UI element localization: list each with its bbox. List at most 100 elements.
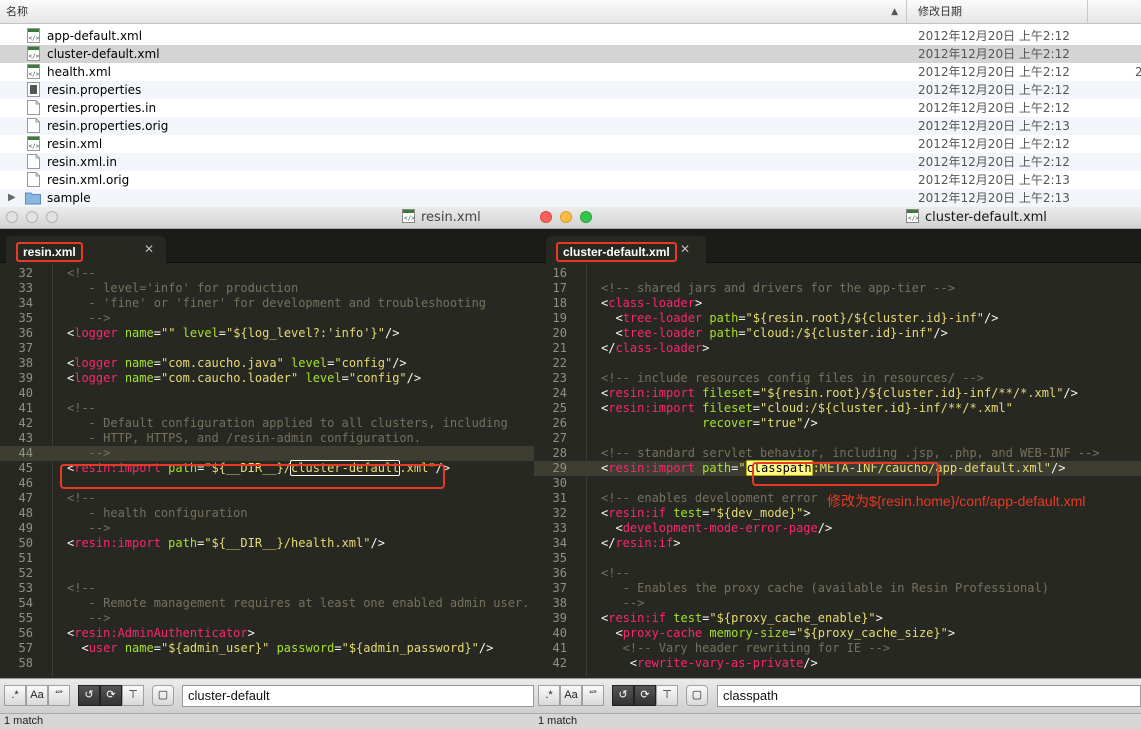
line-text: - Default configuration applied to all c… (67, 416, 508, 430)
zoom-window-icon[interactable] (580, 211, 592, 223)
line-text: <rewrite-vary-as-private/> (601, 656, 818, 670)
file-name: sample (47, 191, 91, 205)
file-row[interactable]: </> health.xml 2012年12月20日 上午2:12 2 (0, 63, 1141, 81)
line-number: 29 (552, 461, 567, 475)
file-name: resin.properties.in (47, 101, 157, 115)
code-line: 51 (0, 551, 534, 566)
file-date: 2012年12月20日 上午2:13 (918, 191, 1070, 205)
code-editor[interactable]: 32 <!-- 33 - level='info' for production 34… (0, 264, 534, 677)
line-number: 55 (18, 611, 33, 625)
highlight-matches-toggle-icon[interactable]: ▢ (152, 685, 174, 706)
code-line: 50 <resin:import path="${__DIR__}/health.… (0, 536, 534, 551)
annotation-highlight-frame (60, 464, 445, 489)
tab-label: resin.xml (16, 242, 83, 262)
find-input[interactable]: cluster-default (182, 685, 534, 707)
whole-word-toggle-button[interactable]: “” (48, 685, 70, 706)
minimize-window-icon[interactable] (560, 211, 572, 223)
line-number: 44 (18, 446, 33, 460)
line-text: --> (67, 521, 111, 535)
regex-toggle-button[interactable]: .* (538, 685, 560, 706)
wrap-toggle-icon[interactable]: ⟳ (100, 685, 122, 706)
line-number: 20 (552, 326, 567, 340)
regex-toggle-button[interactable]: .* (4, 685, 26, 706)
line-text: </resin:if> (601, 536, 681, 550)
code-line: 16 (534, 266, 1141, 281)
column-header-date[interactable]: 修改日期 (908, 0, 1088, 24)
file-row[interactable]: resin.properties.orig 2012年12月20日 上午2:13 (0, 117, 1141, 135)
code-line: 36 <logger name="" level="${log_level?:'i… (0, 326, 534, 341)
code-line: 53 <!-- (0, 581, 534, 596)
zoom-window-icon[interactable] (46, 211, 58, 223)
code-line: 37 (0, 341, 534, 356)
file-row[interactable]: </> cluster-default.xml 2012年12月20日 上午2:12 (0, 45, 1141, 63)
annotation-note: 修改为${resin.home}/conf/app-default.xml (824, 491, 1089, 511)
line-number: 33 (18, 281, 33, 295)
file-size: 2 (1135, 65, 1141, 79)
column-header-name[interactable]: 名称 ▲ (0, 0, 907, 24)
editor-window-cluster-default-xml: </> cluster-default.xml cluster-default.x… (534, 207, 1141, 729)
line-text: --> (67, 311, 111, 325)
line-text: - level='info' for production (67, 281, 299, 295)
code-line: 41 <!-- Vary header rewriting for IE --> (534, 641, 1141, 656)
close-window-icon[interactable] (540, 211, 552, 223)
code-editor[interactable]: 16 17 <!-- shared jars and drivers for the… (534, 264, 1141, 677)
file-row[interactable]: resin.properties.in 2012年12月20日 上午2:12 (0, 99, 1141, 117)
code-line: 38 <logger name="com.caucho.java" level="… (0, 356, 534, 371)
file-date: 2012年12月20日 上午2:12 (918, 29, 1070, 43)
reverse-search-toggle-icon[interactable]: ↺ (612, 685, 634, 706)
svg-text:</>: </> (29, 53, 40, 60)
tab-bar: resin.xml ✕ (0, 229, 534, 263)
line-text: - Remote management requires at least on… (67, 596, 530, 610)
file-row[interactable]: resin.xml.orig 2012年12月20日 上午2:13 (0, 171, 1141, 189)
svg-text:</>: </> (29, 71, 40, 78)
whole-word-toggle-button[interactable]: “” (582, 685, 604, 706)
code-line: 49 --> (0, 521, 534, 536)
in-selection-toggle-icon[interactable]: ⊤ (122, 685, 144, 706)
code-line: 41 <!-- (0, 401, 534, 416)
minimize-window-icon[interactable] (26, 211, 38, 223)
line-text: <!-- standard servlet behavior, includin… (601, 446, 1100, 460)
find-input[interactable]: classpath (717, 685, 1141, 707)
in-selection-toggle-icon[interactable]: ⊤ (656, 685, 678, 706)
disclosure-triangle-icon[interactable]: ▶ (8, 190, 16, 206)
line-number: 53 (18, 581, 33, 595)
file-row[interactable]: </> resin.xml 2012年12月20日 上午2:12 (0, 135, 1141, 153)
line-number: 27 (552, 431, 567, 445)
case-sensitive-toggle-button[interactable]: Aa (560, 685, 582, 706)
file-row[interactable]: resin.properties 2012年12月20日 上午2:12 (0, 81, 1141, 99)
line-text: <class-loader> (601, 296, 703, 310)
file-name: resin.xml (47, 137, 103, 151)
file-row[interactable]: </> app-default.xml 2012年12月20日 上午2:12 (0, 27, 1141, 45)
line-number: 34 (18, 296, 33, 310)
line-number: 39 (18, 371, 33, 385)
code-line: 33 - level='info' for production (0, 281, 534, 296)
code-line: 42 <rewrite-vary-as-private/> (534, 656, 1141, 671)
properties-file-icon (27, 82, 40, 97)
file-row[interactable]: ▶ sample 2012年12月20日 上午2:13 (0, 189, 1141, 207)
file-date: 2012年12月20日 上午2:12 (918, 137, 1070, 151)
line-text: <tree-loader path="${resin.root}/${clust… (601, 311, 999, 325)
file-row[interactable]: resin.xml.in 2012年12月20日 上午2:12 (0, 153, 1141, 171)
svg-text:</>: </> (908, 215, 919, 222)
highlight-matches-toggle-icon[interactable]: ▢ (686, 685, 708, 706)
tab-cluster-default-xml[interactable]: cluster-default.xml ✕ (546, 236, 706, 263)
line-number: 37 (18, 341, 33, 355)
reverse-search-toggle-icon[interactable]: ↺ (78, 685, 100, 706)
window-titlebar: </> cluster-default.xml (534, 207, 1141, 229)
close-tab-icon[interactable]: ✕ (680, 242, 690, 256)
line-text: <!-- Vary header rewriting for IE --> (601, 641, 890, 655)
close-tab-icon[interactable]: ✕ (144, 242, 154, 256)
line-number: 50 (18, 536, 33, 550)
file-name: resin.properties.orig (47, 119, 169, 133)
tab-resin-xml[interactable]: resin.xml ✕ (6, 236, 166, 263)
close-window-icon[interactable] (6, 211, 18, 223)
line-number: 37 (552, 581, 567, 595)
find-bar: .* Aa “” ↺ ⟳ ⊤ ▢ cluster-default (0, 678, 534, 713)
line-number: 48 (18, 506, 33, 520)
finder-rows: </> app-default.xml 2012年12月20日 上午2:12 </> c… (0, 27, 1141, 207)
case-sensitive-toggle-button[interactable]: Aa (26, 685, 48, 706)
wrap-toggle-icon[interactable]: ⟳ (634, 685, 656, 706)
code-line: 47 <!-- (0, 491, 534, 506)
line-text: <!-- (67, 491, 96, 505)
code-line: 36 <!-- (534, 566, 1141, 581)
